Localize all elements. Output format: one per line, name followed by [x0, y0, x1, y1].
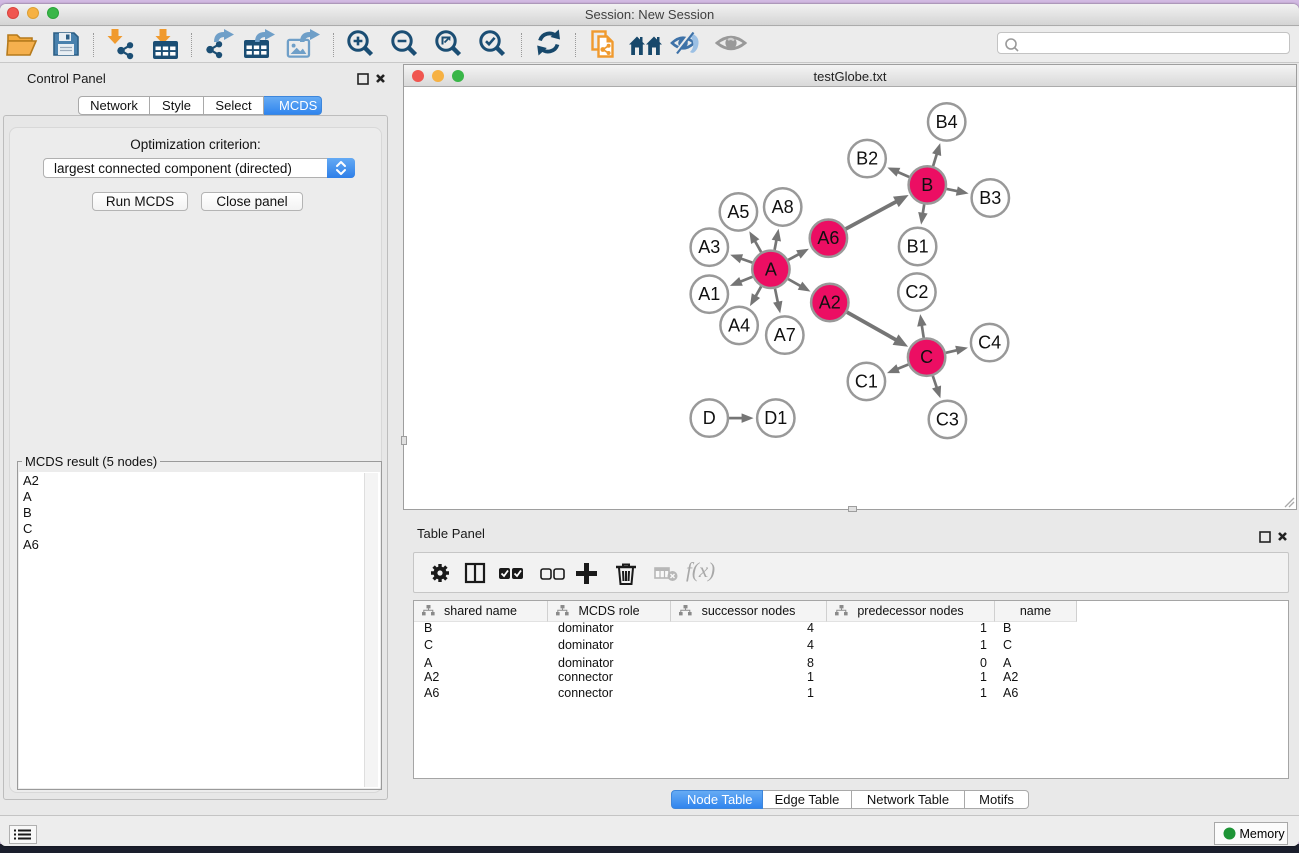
svg-text:D1: D1: [764, 408, 787, 428]
svg-text:C4: C4: [978, 333, 1001, 353]
svg-text:A2: A2: [819, 293, 841, 313]
svg-text:C: C: [920, 347, 933, 367]
svg-text:A7: A7: [774, 325, 796, 345]
svg-text:A6: A6: [817, 228, 839, 248]
svg-text:B3: B3: [979, 188, 1001, 208]
svg-text:B: B: [921, 175, 933, 195]
svg-text:A5: A5: [727, 202, 749, 222]
svg-text:A1: A1: [698, 284, 720, 304]
svg-text:B1: B1: [907, 237, 929, 257]
svg-text:B4: B4: [936, 112, 958, 132]
svg-text:C2: C2: [905, 282, 928, 302]
svg-text:C3: C3: [936, 409, 959, 429]
svg-text:A3: A3: [698, 237, 720, 257]
svg-text:D: D: [703, 408, 716, 428]
svg-text:B2: B2: [856, 149, 878, 169]
svg-text:A8: A8: [772, 197, 794, 217]
svg-text:A4: A4: [728, 315, 750, 335]
svg-text:A: A: [765, 259, 777, 279]
svg-text:C1: C1: [855, 371, 878, 391]
